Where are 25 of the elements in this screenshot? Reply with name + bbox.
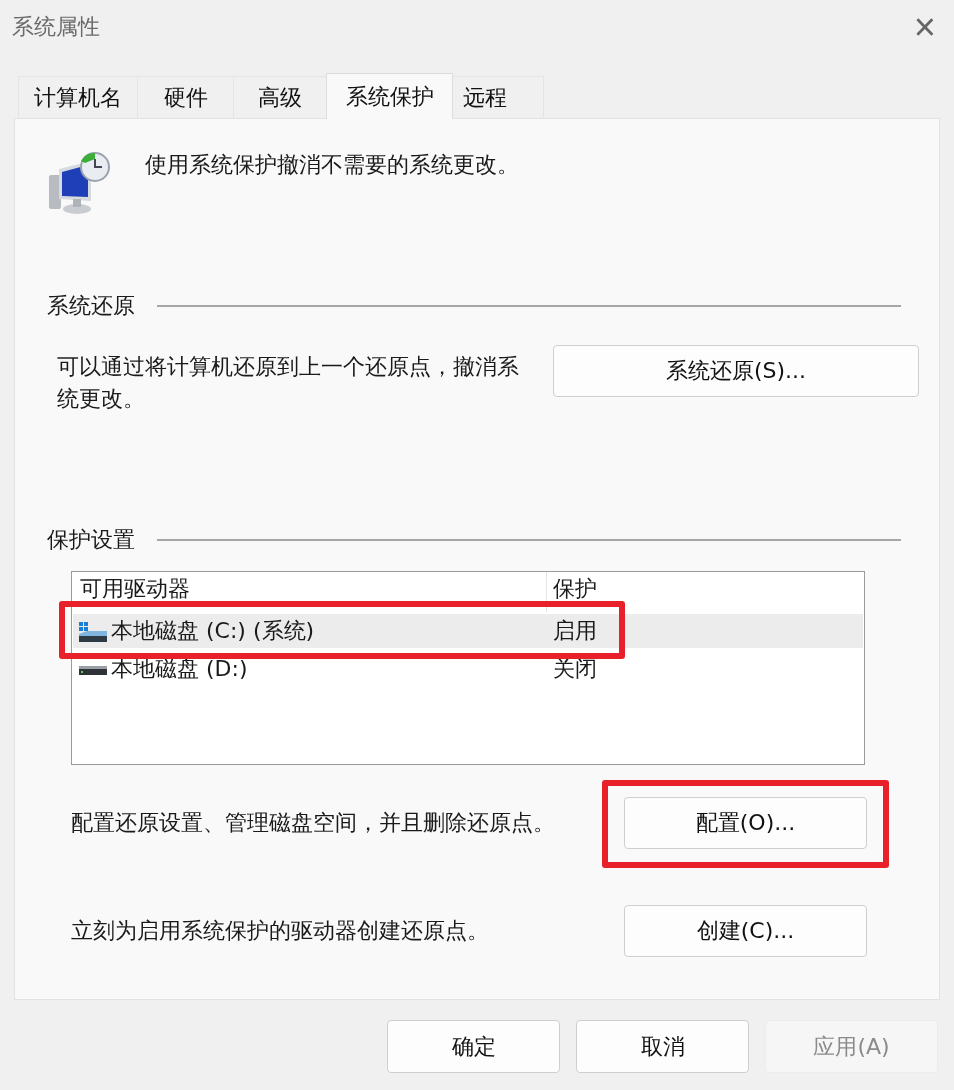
column-header[interactable]: 可用驱动器 <box>73 572 547 612</box>
system-restore-button[interactable]: 系统还原(S)... <box>553 345 919 397</box>
drive-row[interactable]: 本地磁盘 (D:) 关闭 <box>73 652 863 686</box>
action-description: 立刻为启用系统保护的驱动器创建还原点。 <box>71 917 489 945</box>
drive-row[interactable]: 本地磁盘 (C:) (系统) 启用 <box>73 614 863 648</box>
action-description: 配置还原设置、管理磁盘空间，并且删除还原点。 <box>71 809 555 837</box>
protection-status: 关闭 <box>552 655 597 683</box>
tab[interactable]: 计算机名 <box>18 76 138 118</box>
drive-name: 本地磁盘 (D:) <box>111 655 248 683</box>
dialog-button[interactable]: 确定 <box>387 1020 560 1073</box>
tab[interactable]: 系统保护 <box>326 73 453 119</box>
column-header[interactable]: 保护 <box>547 572 597 612</box>
action-button[interactable]: 配置(O)... <box>624 797 867 849</box>
group-title: 保护设置 <box>47 526 135 554</box>
close-button[interactable]: × <box>913 5 936 49</box>
drive-name: 本地磁盘 (C:) (系统) <box>111 617 315 645</box>
description-text: 使用系统保护撤消不需要的系统更改。 <box>145 151 519 179</box>
window-title: 系统属性 <box>12 13 100 41</box>
computer-restore-icon <box>47 151 113 217</box>
protection-status: 启用 <box>552 617 597 645</box>
action-button[interactable]: 创建(C)... <box>624 905 867 957</box>
restore-description: 可以通过将计算机还原到上一个还原点，撤消系统更改。 <box>57 353 520 413</box>
dialog-button[interactable]: 取消 <box>576 1020 749 1073</box>
tab[interactable]: 远程 <box>452 76 544 118</box>
group-title: 系统还原 <box>47 292 135 320</box>
